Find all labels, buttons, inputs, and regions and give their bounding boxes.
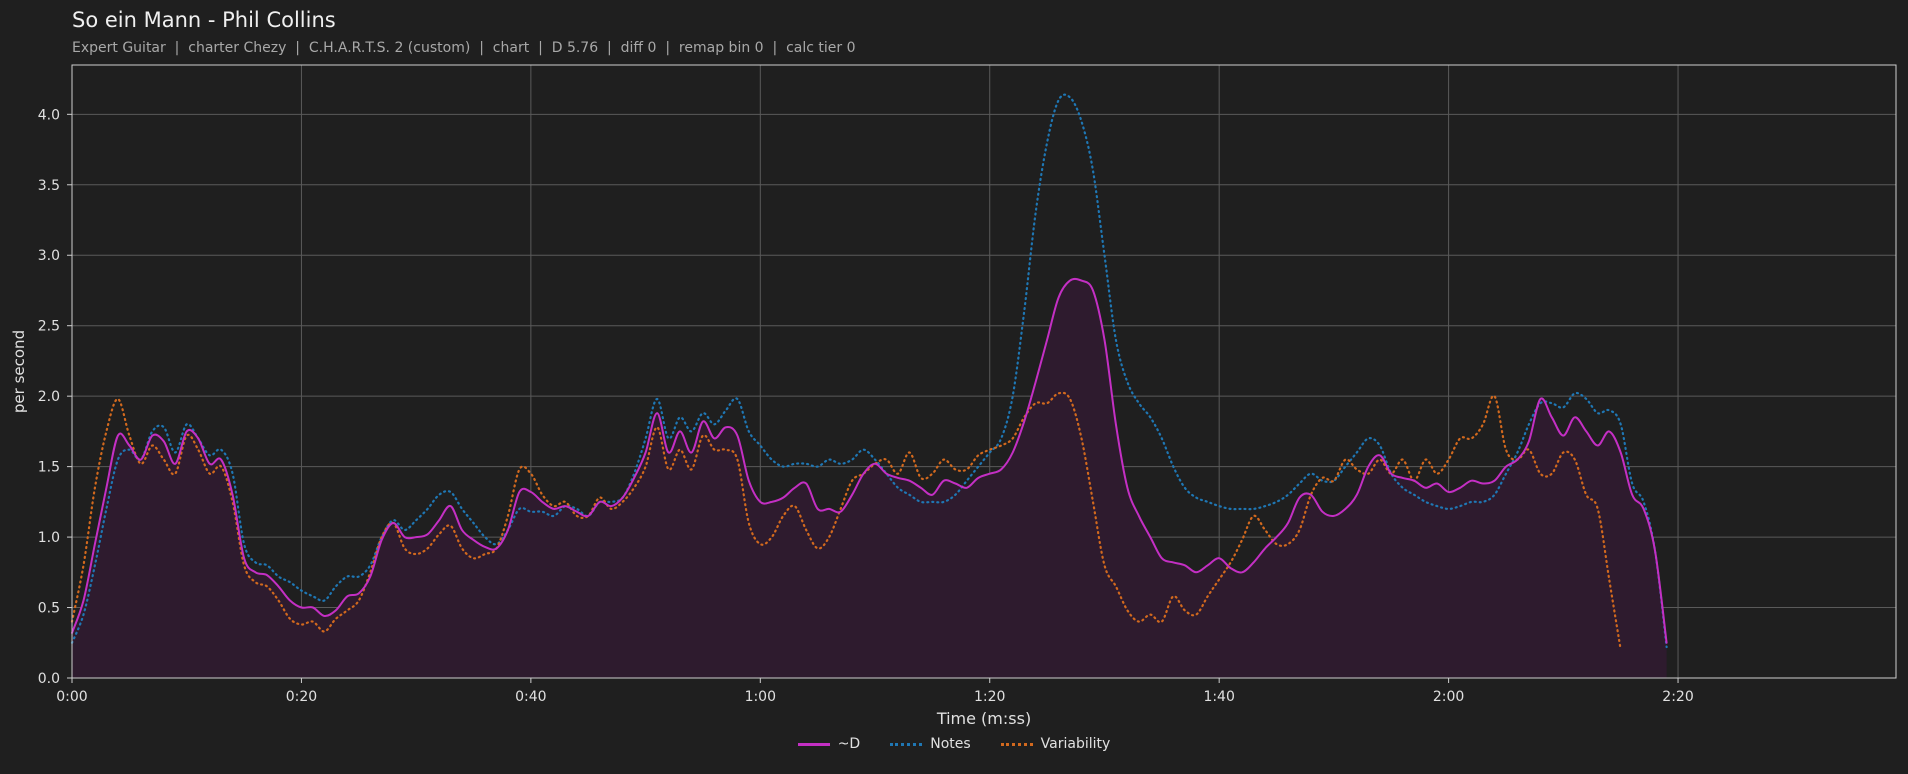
- x-tick-label: 2:00: [1433, 689, 1464, 705]
- x-tick-label: 1:00: [745, 689, 776, 705]
- legend-swatch-variability: [1000, 742, 1033, 746]
- y-tick-label: 3.5: [38, 178, 60, 194]
- y-tick-label: 3.0: [38, 248, 60, 264]
- series-d-area: [72, 278, 1667, 678]
- legend-label-d: ~D: [837, 736, 861, 752]
- y-tick-label: 1.0: [38, 530, 60, 546]
- fill-layer: [72, 278, 1667, 678]
- y-tick-label: 1.5: [38, 460, 60, 476]
- y-tick-label: 2.0: [38, 389, 60, 405]
- legend: ~D Notes Variability: [0, 736, 1908, 752]
- x-tick-label: 0:20: [286, 689, 317, 705]
- legend-item-d: ~D: [797, 736, 861, 752]
- legend-swatch-notes: [890, 742, 923, 746]
- line-chart: 0:00 0:20 0:40 1:00 1:20 1:40 2:00 2:20 0.0 0.5 1.…: [10, 64, 1897, 728]
- x-axis-label: Time (m:ss): [936, 709, 1031, 728]
- x-tick-label: 0:40: [515, 689, 546, 705]
- y-tick-label: 0.0: [38, 671, 60, 687]
- legend-swatch-d: [797, 742, 830, 746]
- x-tick-label: 1:40: [1203, 689, 1234, 705]
- y-tick-label: 4.0: [38, 107, 60, 123]
- x-tick-label: 0:00: [56, 689, 87, 705]
- x-tick-label: 1:20: [974, 689, 1005, 705]
- y-axis-label: per second: [10, 330, 28, 413]
- y-tick-label: 2.5: [38, 319, 60, 335]
- legend-label-variability: Variability: [1040, 736, 1111, 752]
- y-tick-label: 0.5: [38, 601, 60, 617]
- x-tick-label: 2:20: [1662, 689, 1693, 705]
- legend-label-notes: Notes: [930, 736, 971, 752]
- legend-item-variability: Variability: [1000, 736, 1111, 752]
- legend-item-notes: Notes: [890, 736, 971, 752]
